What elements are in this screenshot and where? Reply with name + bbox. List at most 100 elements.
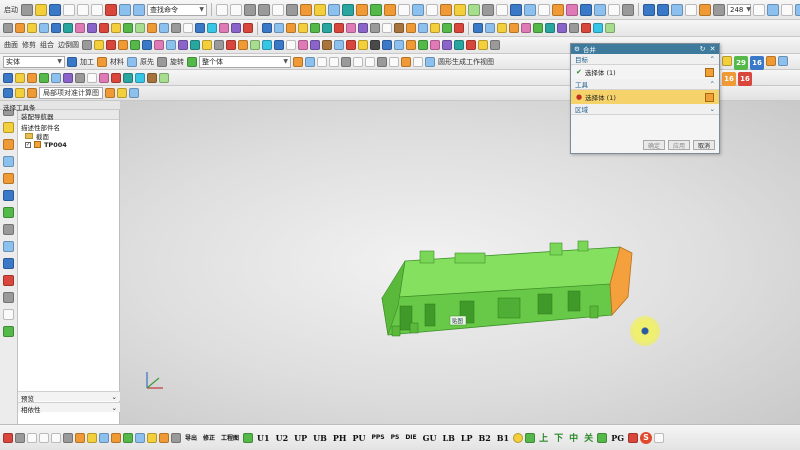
view-2-icon[interactable]: [485, 23, 495, 33]
filter-icon[interactable]: [67, 56, 77, 67]
fillet-icon[interactable]: [99, 432, 109, 443]
line-icon[interactable]: [244, 3, 256, 16]
electrode-icon[interactable]: [394, 23, 404, 33]
make-tangent-icon[interactable]: [430, 40, 440, 50]
command-up-cn[interactable]: 上: [537, 431, 550, 444]
face-blend-icon[interactable]: [238, 40, 248, 50]
right-tool-1-icon[interactable]: [722, 56, 732, 66]
wcs-dynamic-icon[interactable]: [63, 72, 73, 83]
machining-icon[interactable]: [97, 56, 107, 67]
snap-grid-icon[interactable]: [413, 56, 423, 67]
sketch-icon[interactable]: [216, 3, 228, 16]
coin-icon[interactable]: [513, 432, 524, 443]
wcs-rotate-icon[interactable]: [51, 72, 61, 83]
selection-filter-dropdown[interactable]: 实体 ▼: [3, 55, 65, 68]
quick-2-icon[interactable]: [15, 88, 25, 98]
blend-icon[interactable]: [440, 3, 452, 16]
bounded-plane-icon[interactable]: [142, 40, 152, 50]
view-front-icon[interactable]: [643, 3, 655, 16]
point-icon[interactable]: [15, 432, 25, 443]
cavity-icon[interactable]: [298, 23, 308, 33]
command-search-input[interactable]: 查找命令 ▼: [147, 3, 207, 16]
shell-icon[interactable]: [468, 3, 480, 16]
gate-icon[interactable]: [370, 23, 380, 33]
constraint-navigator-icon[interactable]: [3, 139, 14, 150]
join-face-icon[interactable]: [202, 40, 212, 50]
trim-sheet-icon[interactable]: [166, 40, 176, 50]
ejector-icon[interactable]: [322, 23, 332, 33]
sync-icon[interactable]: [382, 40, 392, 50]
material-icon[interactable]: [127, 56, 137, 67]
tool-select-row[interactable]: ● 选择体 (1): [571, 90, 719, 104]
trim-icon[interactable]: [75, 432, 85, 443]
part-navigator-icon[interactable]: [3, 156, 14, 167]
pan-icon[interactable]: [781, 3, 793, 16]
command-pu[interactable]: PU: [350, 433, 367, 443]
command-ub[interactable]: UB: [311, 433, 329, 443]
hd3d-icon[interactable]: [3, 190, 14, 201]
pad-icon[interactable]: [370, 3, 382, 16]
point-icon[interactable]: [286, 3, 298, 16]
command-close-cn[interactable]: 关: [582, 431, 595, 444]
view-3-icon[interactable]: [497, 23, 507, 33]
move-face-icon[interactable]: [538, 3, 550, 16]
n-sided-icon[interactable]: [130, 40, 140, 50]
command-ph[interactable]: PH: [331, 433, 349, 443]
subtract-icon[interactable]: [580, 3, 592, 16]
view-5-icon[interactable]: [521, 23, 531, 33]
group-face-icon[interactable]: [490, 40, 500, 50]
command-pg[interactable]: PG: [609, 433, 626, 443]
swept-icon[interactable]: [106, 40, 116, 50]
groove-icon[interactable]: [87, 23, 97, 33]
chamfer-icon[interactable]: [454, 3, 466, 16]
move-object-icon[interactable]: [123, 72, 133, 83]
show-hide-icon[interactable]: [75, 72, 85, 83]
emboss-icon[interactable]: [123, 23, 133, 33]
cancel-button[interactable]: 取消: [693, 140, 715, 150]
save-icon[interactable]: [49, 3, 61, 16]
layer-icon[interactable]: [622, 3, 634, 16]
roles-icon[interactable]: [3, 275, 14, 286]
fit-view-icon[interactable]: [753, 3, 765, 16]
measure-icon[interactable]: [398, 3, 410, 16]
delete-icon[interactable]: [105, 3, 117, 16]
new-file-icon[interactable]: [21, 3, 33, 16]
edge-blend-label[interactable]: 边倒圆: [57, 40, 80, 50]
hole-icon[interactable]: [356, 3, 368, 16]
surface-label[interactable]: 曲面: [3, 40, 19, 50]
bridge-curve-icon[interactable]: [219, 23, 229, 33]
reuse-library-icon[interactable]: [3, 173, 14, 184]
web-browser-icon[interactable]: [3, 207, 14, 218]
wave-link-icon[interactable]: [608, 3, 620, 16]
analysis-icon[interactable]: [147, 72, 157, 83]
reset-icon[interactable]: ↻: [699, 45, 706, 53]
select-body-icon[interactable]: [705, 67, 714, 77]
snap-quadrant-icon[interactable]: [353, 56, 363, 67]
view-right-icon[interactable]: [685, 3, 697, 16]
tool-b-icon[interactable]: [628, 432, 639, 443]
rotate-view-icon[interactable]: [795, 3, 800, 16]
info-icon[interactable]: [135, 72, 145, 83]
replace-face-icon[interactable]: [524, 3, 536, 16]
layer-move-icon[interactable]: [171, 432, 181, 443]
dependencies-section[interactable]: 相依性 ⌄: [18, 402, 120, 414]
through-curves-icon[interactable]: [82, 40, 92, 50]
quick-5-icon[interactable]: [117, 88, 127, 98]
law-extension-icon[interactable]: [154, 40, 164, 50]
cut-icon[interactable]: [63, 3, 75, 16]
patch-icon[interactable]: [171, 23, 181, 33]
right-tool-2-icon[interactable]: [766, 56, 776, 66]
close-icon[interactable]: ✕: [709, 45, 716, 53]
undo-icon[interactable]: [119, 3, 131, 16]
check-icon[interactable]: [442, 23, 452, 33]
ruled-icon[interactable]: [94, 40, 104, 50]
revolve-icon[interactable]: [314, 3, 326, 16]
command-ps[interactable]: PS: [389, 434, 402, 441]
arc-icon[interactable]: [39, 432, 49, 443]
command-u1[interactable]: U1: [255, 433, 272, 443]
thicken-icon[interactable]: [147, 23, 157, 33]
command-pps[interactable]: PPS: [369, 434, 386, 441]
constraint-icon[interactable]: [123, 432, 133, 443]
preview-section[interactable]: 预览 ⌄: [18, 391, 120, 403]
line-icon[interactable]: [27, 432, 37, 443]
